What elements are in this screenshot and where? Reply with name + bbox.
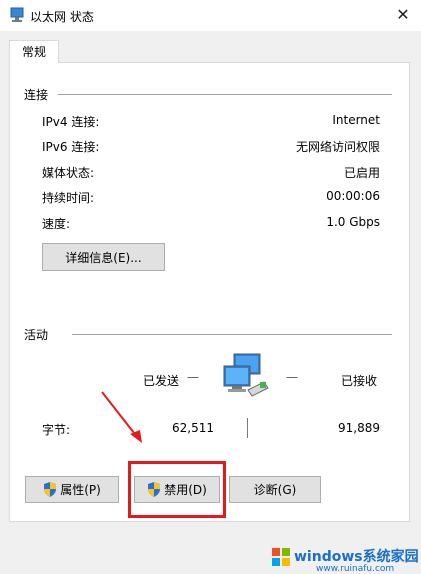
watermark: windows系统家园 www.ruinafu.com [270,540,420,574]
bytes-separator [247,418,248,438]
windows-logo-icon [272,548,290,566]
connection-heading: 连接 [24,88,49,102]
diagnose-button[interactable]: 诊断(G) [229,476,321,503]
received-label: 已接收 [341,374,378,388]
uac-shield-icon [148,482,161,497]
properties-button-label: 属性(P) [60,483,101,497]
activity-heading: 活动 [24,328,49,342]
details-button[interactable]: 详细信息(E)... [42,243,165,271]
network-status-icon [10,7,24,22]
sent-label: 已发送 [143,374,180,388]
bytes-label: 字节: [42,423,71,437]
title-bar: 以太网 状态 ✕ [0,0,421,31]
red-annotation-arrow [101,391,142,443]
properties-button[interactable]: 属性(P) [25,476,119,503]
diagnose-button-label: 诊断(G) [253,483,297,497]
tab-general[interactable]: 常规 [9,40,59,63]
received-dash: — [286,370,298,384]
close-button[interactable]: ✕ [389,3,417,27]
activity-divider [72,334,392,335]
network-computers-icon [223,353,269,397]
ipv4-label: IPv4 连接: [42,115,100,129]
duration-value: 00:00:06 [326,189,380,203]
ipv6-value: 无网络访问权限 [295,140,380,154]
disable-button-label: 禁用(D) [164,483,207,497]
bytes-received-value: 91,889 [338,421,380,435]
watermark-brand: windows系统家园 [294,549,419,565]
media-state-label: 媒体状态: [42,166,95,180]
media-state-value: 已启用 [343,166,380,180]
disable-button[interactable]: 禁用(D) [134,476,220,503]
uac-shield-icon [44,482,57,497]
speed-label: 速度: [42,217,71,231]
duration-label: 持续时间: [42,191,95,205]
ipv6-label: IPv6 连接: [42,140,100,154]
connection-divider [58,94,392,95]
sent-dash: — [187,370,199,384]
speed-value: 1.0 Gbps [326,215,380,229]
window-title: 以太网 状态 [30,10,94,24]
details-button-label: 详细信息(E)... [65,250,142,265]
tab-panel-general [9,62,410,522]
ipv4-value: Internet [332,113,380,127]
watermark-url: www.ruinafu.com [316,564,395,574]
